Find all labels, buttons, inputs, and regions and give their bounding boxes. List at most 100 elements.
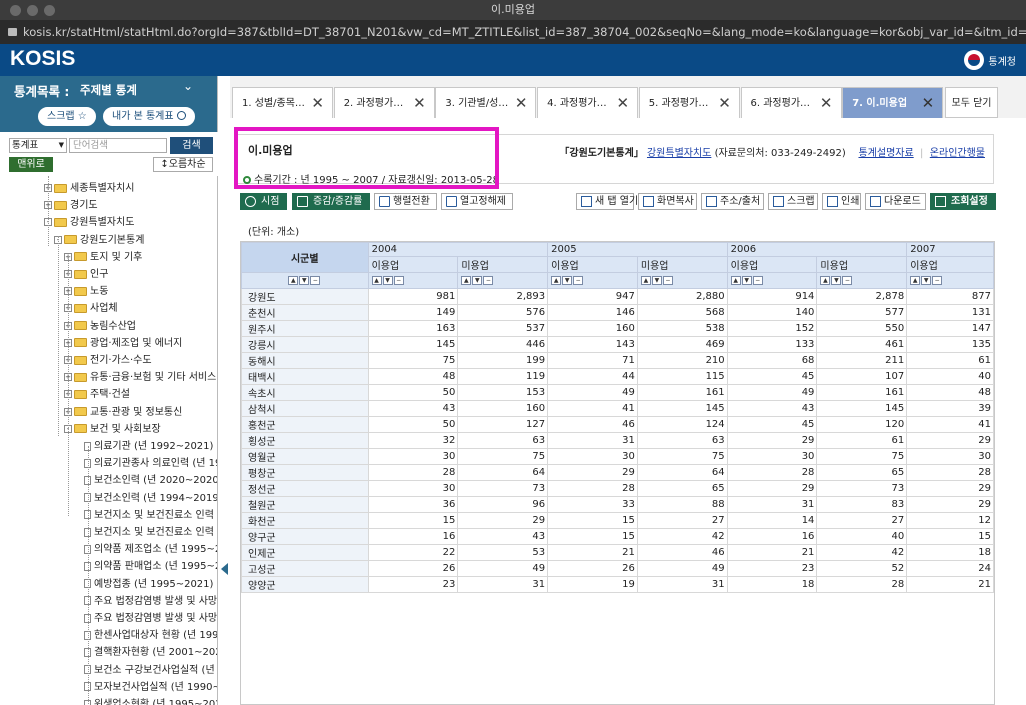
close-tab-icon[interactable]: ✕ [617, 88, 630, 119]
close-tab-icon[interactable]: ✕ [515, 88, 528, 119]
tree-folder-item[interactable]: + 교통·관광 및 정보통신 [64, 404, 217, 421]
sort-asc-icon[interactable]: ▲ [640, 275, 651, 285]
search-input[interactable]: 단어검색 [69, 138, 167, 153]
close-tab-icon[interactable]: ✕ [718, 88, 731, 119]
close-all-tabs-button[interactable]: 모두 닫기 [945, 87, 998, 118]
toolbar-swap-button[interactable]: 행렬전환 [374, 193, 437, 210]
toolbar-download-button[interactable]: 다운로드 [865, 193, 926, 210]
chevron-down-icon[interactable]: ⌄ [183, 79, 193, 93]
sort-desc-icon[interactable]: ▼ [562, 275, 573, 285]
sort-asc-icon[interactable]: ▲ [461, 275, 472, 285]
sort-asc-icon[interactable]: ▲ [371, 275, 382, 285]
tree-table-item[interactable]: 의약품 판매업소 (년 1995~20 [84, 558, 217, 575]
tree-folder-item[interactable]: + 광업·제조업 및 에너지 [64, 335, 217, 352]
sort-reset-icon[interactable]: − [393, 275, 404, 285]
tree-table-item[interactable]: 주요 법정감염병 발생 및 사망 [84, 610, 217, 627]
maximize-window-dot[interactable] [44, 5, 55, 16]
minimize-window-dot[interactable] [27, 5, 38, 16]
tree-table-item[interactable]: 의료기관종사 의료인력 (년 19 [84, 455, 217, 472]
tree-folder-item[interactable]: + 사업체 [64, 300, 217, 317]
sort-reset-icon[interactable]: − [752, 275, 763, 285]
sort-desc-icon[interactable]: ▼ [382, 275, 393, 285]
close-tab-icon[interactable]: ✕ [311, 88, 324, 119]
close-tab-icon[interactable]: ✕ [413, 88, 426, 119]
toolbar-copy-button[interactable]: 화면복사 [638, 193, 697, 210]
category-select[interactable]: 주제별 통계 [80, 82, 137, 98]
address-bar[interactable]: kosis.kr/statHtml/statHtml.do?orgId=387&… [0, 20, 1026, 44]
sort-asc-icon[interactable]: ▲ [551, 275, 562, 285]
sort-ascending-button[interactable]: ↕오름차순 [153, 157, 213, 172]
sort-desc-icon[interactable]: ▼ [472, 275, 483, 285]
tree-table-item[interactable]: 보건지소 및 보건진료소 인력 [84, 524, 217, 541]
tree-table-item[interactable]: 결핵환자현황 (년 2001~2020 [84, 644, 217, 661]
tab-2[interactable]: 2. 과정평가… ✕ [333, 87, 435, 119]
sort-reset-icon[interactable]: − [310, 275, 321, 285]
tree-table-item[interactable]: 주요 법정감염병 발생 및 사망 [84, 593, 217, 610]
recent-tables-button[interactable]: 내가 본 통계표 [103, 107, 195, 126]
tree-folder-item[interactable]: + 전기·가스·수도 [64, 352, 217, 369]
tree-folder-item[interactable]: - 강원특별자치도 [44, 214, 217, 231]
toolbar-unlock-button[interactable]: 열고정해제 [441, 193, 513, 210]
close-tab-icon[interactable]: ✕ [820, 88, 833, 119]
tab-1[interactable]: 1. 성별/종목… ✕ [232, 87, 333, 118]
sort-reset-icon[interactable]: − [662, 275, 673, 285]
tree-table-item[interactable]: 보건소인력 (년 1994~2019) [84, 490, 217, 507]
tree-folder-item[interactable]: + 농림수산업 [64, 318, 217, 335]
sort-reset-icon[interactable]: − [573, 275, 584, 285]
tree-table-item[interactable]: 모자보건사업실적 (년 1990~2 [84, 679, 217, 696]
tree-table-item[interactable]: 위생업소현황 (년 1995~2021) [84, 696, 217, 705]
kosis-logo[interactable]: KOSIS [10, 47, 75, 71]
collapse-panel-icon[interactable] [221, 563, 228, 575]
close-window-dot[interactable] [10, 5, 21, 16]
tree-table-item[interactable]: 보건소 구강보건사업실적 (년 [84, 662, 217, 679]
sort-desc-icon[interactable]: ▼ [921, 275, 932, 285]
search-type-select[interactable]: 통계표 ▼ [9, 138, 67, 153]
close-tab-icon[interactable]: ✕ [922, 88, 935, 119]
toolbar-bookmark-button[interactable]: 스크랩 [768, 193, 818, 210]
tree-table-item[interactable]: 한센사업대상자 현황 (년 199 [84, 627, 217, 644]
agency-logo[interactable]: 통계청 [964, 50, 1016, 70]
sort-reset-icon[interactable]: − [483, 275, 494, 285]
toolbar-gear-button[interactable]: 조회설정 [930, 193, 996, 210]
tab-7[interactable]: 7. 이.미용업 ✕ [842, 87, 944, 119]
tree-table-item[interactable]: 예방접종 (년 1995~2021) [84, 576, 217, 593]
tree-folder-item[interactable]: - 보건 및 사회보장 [64, 421, 217, 438]
sort-desc-icon[interactable]: ▼ [741, 275, 752, 285]
sort-reset-icon[interactable]: − [932, 275, 943, 285]
sort-asc-icon[interactable]: ▲ [288, 275, 299, 285]
tree-folder-item[interactable]: + 세종특별자치시 [44, 180, 217, 197]
tab-5[interactable]: 5. 과정평가… ✕ [638, 87, 740, 119]
online-publication-link[interactable]: 온라인간행물 [930, 148, 985, 159]
tab-4[interactable]: 4. 과정평가… ✕ [537, 87, 639, 119]
tree-folder-item[interactable]: + 유통·금융·보험 및 기타 서비스 [64, 369, 217, 386]
tree-table-item[interactable]: 보건지소 및 보건진료소 인력 [84, 507, 217, 524]
sort-desc-icon[interactable]: ▼ [831, 275, 842, 285]
stat-description-link[interactable]: 통계설명자료 [858, 148, 913, 159]
sort-asc-icon[interactable]: ▲ [910, 275, 921, 285]
sort-asc-icon[interactable]: ▲ [820, 275, 831, 285]
tab-6[interactable]: 6. 과정평가… ✕ [740, 87, 842, 119]
toolbar-link-button[interactable]: 주소/출처 [701, 193, 764, 210]
toolbar-clock-button[interactable]: 시점 [240, 193, 287, 210]
top-button[interactable]: 맨위로 [9, 157, 53, 172]
source-org-link[interactable]: 강원특별자치도 [647, 148, 711, 159]
search-button[interactable]: 검색 [170, 137, 213, 154]
tab-3[interactable]: 3. 기관별/성… ✕ [435, 87, 537, 119]
tree-folder-item[interactable]: - 강원도기본통계 [54, 232, 217, 249]
sort-desc-icon[interactable]: ▼ [651, 275, 662, 285]
toolbar-chart-button[interactable]: 증감/증감률 [292, 193, 370, 210]
tree-table-item[interactable]: 의료기관 (년 1992~2021) [84, 438, 217, 455]
toolbar-new-tab-button[interactable]: 새 탭 열기 [576, 193, 638, 210]
tree-folder-item[interactable]: + 토지 및 기후 [64, 249, 217, 266]
toolbar-print-button[interactable]: 인쇄 [822, 193, 861, 210]
tree-folder-item[interactable]: + 인구 [64, 266, 217, 283]
tree-table-item[interactable]: 보건소인력 (년 2020~2020) [84, 472, 217, 489]
tree-folder-item[interactable]: + 경기도 [44, 197, 217, 214]
sort-asc-icon[interactable]: ▲ [730, 275, 741, 285]
tree-folder-item[interactable]: + 노동 [64, 283, 217, 300]
scrap-button[interactable]: 스크랩 ☆ [38, 107, 96, 126]
sort-reset-icon[interactable]: − [842, 275, 853, 285]
sort-desc-icon[interactable]: ▼ [299, 275, 310, 285]
tree-folder-item[interactable]: + 주택·건설 [64, 386, 217, 403]
tree-table-item[interactable]: 의약품 제조업소 (년 1995~20 [84, 541, 217, 558]
